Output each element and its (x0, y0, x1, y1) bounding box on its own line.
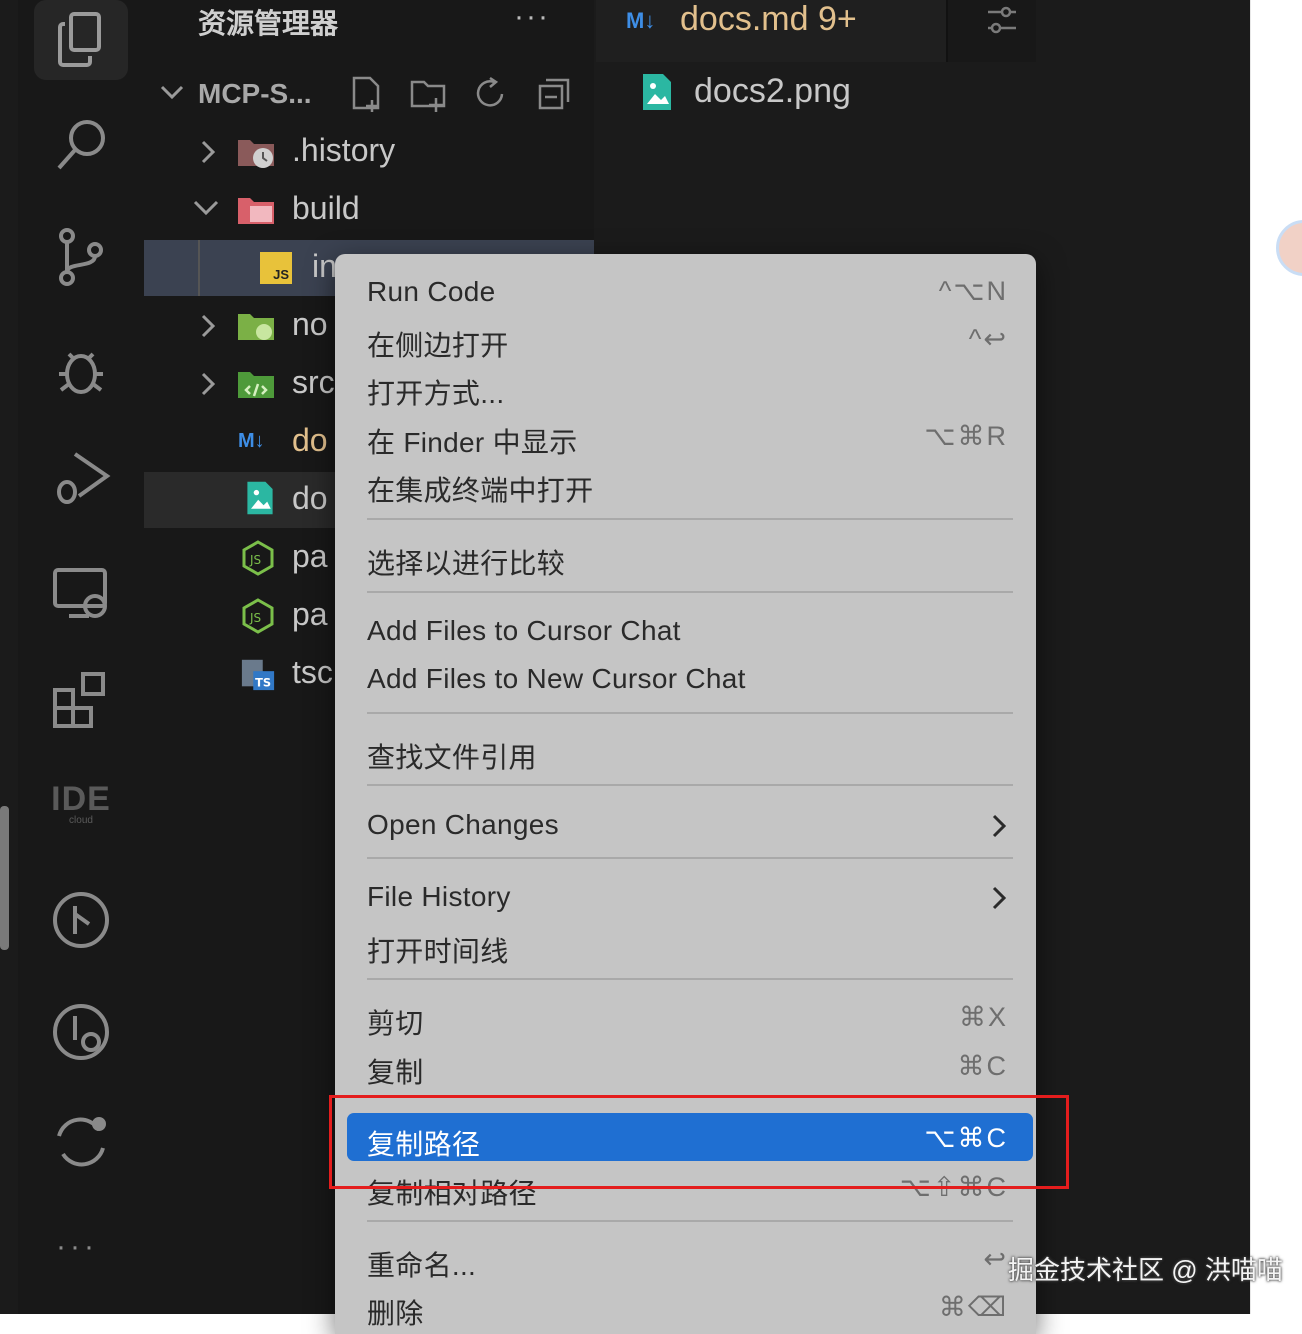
chevron-right-icon (201, 314, 216, 338)
tree-item-build[interactable]: build (144, 182, 594, 238)
svg-text:JS: JS (249, 611, 261, 625)
menu-item-reveal-in-finder[interactable]: 在 Finder 中显示 ⌥⌘R (335, 415, 1036, 463)
menu-item-copy-relative-path[interactable]: 复制相对路径 ⌥⇧⌘C (335, 1166, 1036, 1214)
remote-explorer-icon[interactable] (34, 552, 128, 632)
menu-item-cut[interactable]: 剪切 ⌘X (335, 996, 1036, 1044)
chevron-right-icon (992, 814, 1007, 838)
project-header[interactable]: MCP-S... (144, 68, 594, 120)
extensions-icon[interactable] (34, 660, 128, 740)
settings-sliders-icon[interactable] (984, 2, 1020, 38)
explorer-title: 资源管理器 (198, 8, 339, 39)
image-file-icon (247, 481, 273, 515)
menu-separator (367, 784, 1013, 786)
scroll-indicator[interactable] (0, 806, 9, 950)
ide-cloud-logo[interactable]: IDE cloud (28, 780, 134, 826)
menu-item-copy[interactable]: 复制 ⌘C (335, 1045, 1036, 1093)
menu-item-rename[interactable]: 重命名... ↩ (335, 1238, 1036, 1286)
diff-icon[interactable] (34, 1102, 128, 1182)
refresh-icon[interactable] (470, 74, 510, 114)
source-control-icon[interactable] (34, 216, 128, 296)
menu-item-open-with[interactable]: 打开方式... (335, 366, 1036, 414)
new-folder-icon[interactable] (408, 74, 448, 114)
editor-tab-bar: M↓ docs.md 9+ (596, 0, 1036, 62)
menu-item-select-for-compare[interactable]: 选择以进行比较 (335, 536, 1036, 584)
svg-text:JS: JS (249, 553, 261, 567)
menu-separator (367, 857, 1013, 859)
menu-separator (367, 518, 1013, 520)
collapse-all-icon[interactable] (534, 74, 574, 114)
watermark: 掘金技术社区 @ 洪喵喵 (1008, 1255, 1283, 1285)
project-name: MCP-S... (198, 78, 312, 109)
history-folder-icon (238, 140, 274, 168)
chevron-down-icon (193, 200, 219, 216)
markdown-file-icon: M↓ (238, 430, 265, 452)
menu-item-open-to-side[interactable]: 在侧边打开 ^↩ (335, 318, 1036, 366)
menu-separator (367, 591, 1013, 593)
build-folder-icon (238, 198, 274, 224)
context-menu: Run Code ^⌥N 在侧边打开 ^↩ 打开方式... 在 Finder 中… (335, 254, 1036, 1334)
more-actions-icon[interactable]: ··· (56, 1230, 98, 1264)
svg-text:TS: TS (255, 675, 271, 689)
search-icon[interactable] (34, 104, 128, 184)
explorer-more-button[interactable]: ··· (514, 0, 550, 34)
nodejs-file-icon: JS (242, 540, 274, 576)
tab-divider (946, 0, 948, 62)
menu-item-add-to-new-cursor-chat[interactable]: Add Files to New Cursor Chat (335, 657, 1036, 705)
explorer-icon[interactable] (34, 0, 128, 80)
tsconfig-file-icon: TS (241, 659, 275, 691)
debug-icon[interactable] (34, 328, 128, 408)
menu-item-file-history[interactable]: File History (335, 875, 1036, 923)
tab-title: docs.md 9+ (680, 0, 857, 38)
menu-item-add-to-cursor-chat[interactable]: Add Files to Cursor Chat (335, 609, 1036, 657)
src-folder-icon (238, 372, 274, 398)
menu-item-copy-path[interactable]: 复制路径 ⌥⌘C (335, 1113, 1036, 1165)
markdown-icon: M↓ (626, 8, 656, 33)
chevron-right-icon (992, 886, 1007, 910)
tab-docs-md[interactable]: M↓ docs.md 9+ (596, 0, 946, 62)
menu-separator (367, 978, 1013, 980)
git-history-icon[interactable] (34, 992, 128, 1072)
chevron-right-icon (201, 140, 216, 164)
indent-guide (198, 240, 200, 296)
background-page (1250, 0, 1302, 1314)
run-debug-icon[interactable] (34, 438, 128, 518)
menu-separator (367, 1220, 1013, 1222)
menu-item-open-in-terminal[interactable]: 在集成终端中打开 (335, 463, 1036, 511)
new-file-icon[interactable] (346, 74, 386, 114)
git-graph-icon[interactable] (34, 880, 128, 960)
node-modules-folder-icon (238, 314, 274, 340)
chevron-right-icon (201, 372, 216, 396)
chevron-down-icon (160, 85, 184, 100)
menu-item-open-changes[interactable]: Open Changes (335, 803, 1036, 851)
image-file-icon (643, 74, 671, 110)
menu-item-find-file-references[interactable]: 查找文件引用 (335, 730, 1036, 778)
tree-item-history[interactable]: .history (144, 124, 594, 180)
menu-item-run-code[interactable]: Run Code ^⌥N (335, 270, 1036, 318)
menu-item-open-timeline[interactable]: 打开时间线 (335, 924, 1036, 972)
menu-item-delete[interactable]: 删除 ⌘⌫ (335, 1286, 1036, 1334)
menu-separator (367, 712, 1013, 714)
breadcrumb-file-name[interactable]: docs2.png (694, 72, 851, 111)
javascript-file-icon: JS (260, 252, 292, 284)
nodejs-file-icon: JS (242, 598, 274, 634)
